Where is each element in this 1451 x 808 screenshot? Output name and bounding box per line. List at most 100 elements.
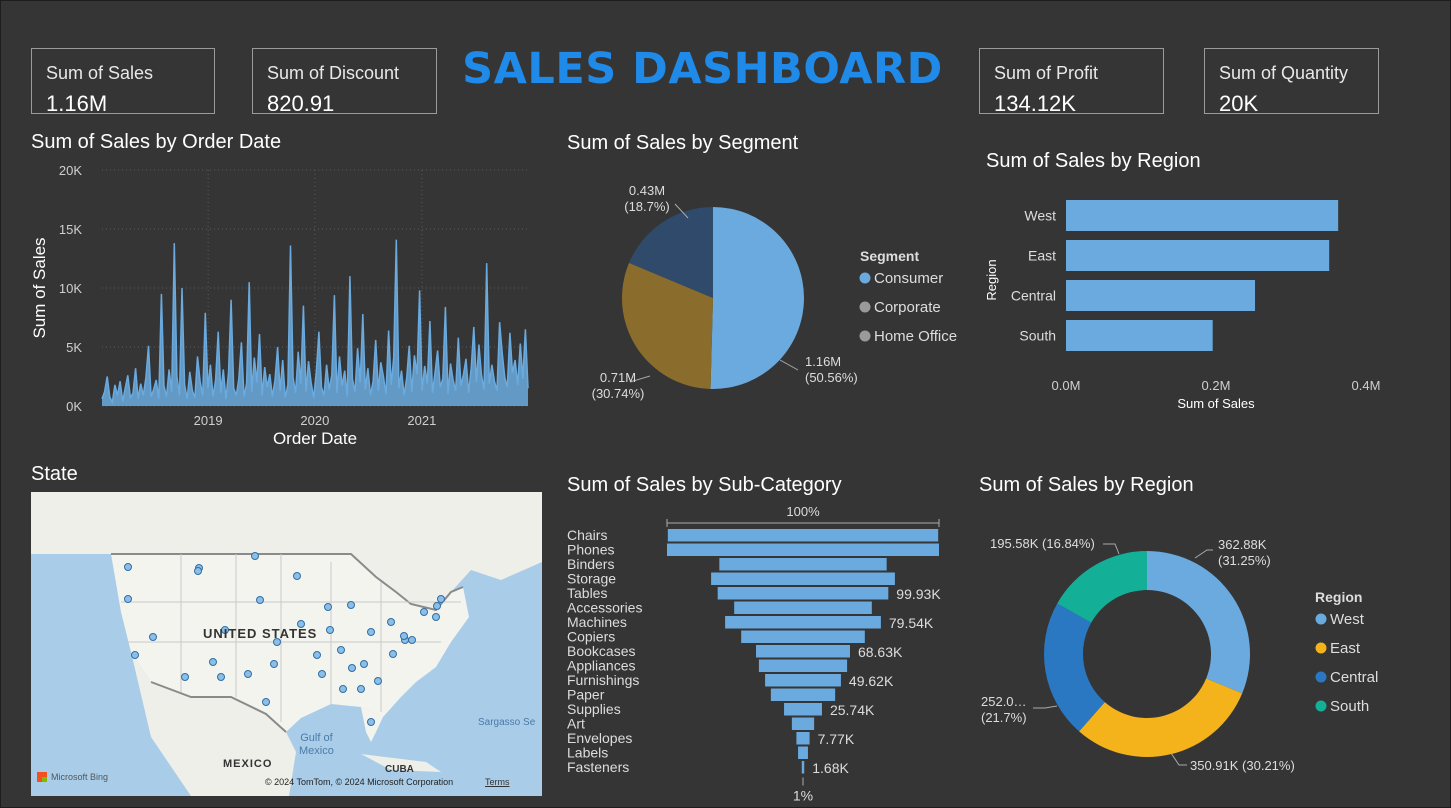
state-map[interactable]: UNITED STATES MEXICO CUBA Gulf of Mexico … (31, 492, 542, 796)
funnel-bar-furnishings (765, 674, 841, 687)
funnel-value-label: 68.63K (858, 644, 903, 660)
map-point (347, 601, 355, 609)
kpi-value: 20K (1219, 91, 1259, 116)
legend-label: Consumer (874, 270, 943, 287)
donut-leader-line (1033, 705, 1058, 709)
map-point (420, 608, 428, 616)
funnel-chart-sales-by-subcategory[interactable]: 100%ChairsPhonesBindersStorageTables 99.9… (560, 498, 960, 803)
y-tick-label: 10K (59, 281, 82, 296)
funnel-top-label: 100% (786, 504, 820, 519)
funnel-value-label: 1.68K (812, 760, 849, 776)
y-tick-label: 20K (59, 163, 82, 178)
donut-data-pct: (21.7%) (981, 710, 1027, 725)
pie-leader-line (779, 359, 799, 371)
map-label-cuba: CUBA (385, 764, 414, 775)
map-point (124, 563, 132, 571)
map-point (367, 628, 375, 636)
map-point (194, 567, 202, 575)
legend-label: Home Office (874, 328, 957, 345)
donut-leader-line (1103, 543, 1120, 555)
legend-label: Corporate (874, 299, 941, 316)
map-point (293, 572, 301, 580)
pie-chart-sales-by-segment[interactable]: 1.16M(50.56%) 0.71M(30.74%) 0.43M(18.7%) Se… (560, 170, 980, 415)
funnel-bar-supplies (784, 703, 822, 716)
x-tick-label: 2019 (194, 413, 223, 428)
pie-data-pct: (18.7%) (624, 199, 670, 214)
line-chart-sales-by-date[interactable]: 0K 5K 10K 15K 20K 2019 2020 2021 Order Date Sum o… (20, 158, 545, 458)
map-point (251, 552, 259, 560)
map-label-mexico: MEXICO (223, 758, 273, 770)
funnel-category-label: Fasteners (567, 759, 629, 775)
map-point (387, 618, 395, 626)
funnel-bar-bookcases (756, 645, 850, 658)
kpi-label: Sum of Sales (46, 63, 154, 83)
kpi-card-sales[interactable]: Sum of Sales 1.16M (31, 48, 215, 116)
y-tick-label: 15K (59, 222, 82, 237)
legend-label: South (1330, 698, 1369, 715)
map-point (149, 633, 157, 641)
funnel-value-label: 49.62K (849, 673, 894, 689)
map-point (400, 632, 408, 640)
chart-title-sales-by-date: Sum of Sales by Order Date (31, 131, 282, 153)
legend-label: East (1330, 640, 1361, 657)
bing-logo: Microsoft Bing (51, 772, 109, 782)
pie-data-label: 0.71M (600, 370, 636, 385)
donut-slice-central (1044, 603, 1105, 732)
y-axis-title: Sum of Sales (30, 237, 49, 338)
funnel-bar-phones (667, 543, 939, 556)
chart-title-region-donut: Sum of Sales by Region (979, 474, 1194, 496)
kpi-card-discount[interactable]: Sum of Discount 820.91 (252, 48, 437, 116)
bar-east (1066, 240, 1330, 271)
donut-data-label: 350.91K (30.21%) (1190, 758, 1295, 773)
bar-category-label: Central (1011, 288, 1056, 304)
map-point (209, 658, 217, 666)
donut-data-label: 362.88K (1218, 537, 1267, 552)
legend-label: Central (1330, 669, 1378, 686)
map-copyright: © 2024 TomTom, © 2024 Microsoft Corporat… (265, 777, 454, 787)
kpi-label: Sum of Discount (267, 63, 400, 83)
bar-west (1066, 200, 1339, 231)
x-tick-label: 2020 (300, 413, 329, 428)
y-axis-title: Region (984, 259, 999, 300)
funnel-bar-machines (725, 616, 881, 629)
pie-slice-consumer (710, 207, 804, 389)
kpi-card-quantity[interactable]: Sum of Quantity 20K (1204, 48, 1379, 116)
chart-title-sales-by-segment: Sum of Sales by Segment (567, 132, 799, 154)
map-point (181, 673, 189, 681)
map-point (433, 602, 441, 610)
funnel-bar-labels (798, 746, 808, 759)
x-axis-title: Order Date (273, 429, 357, 448)
kpi-value: 1.16M (46, 91, 108, 116)
legend-dot (859, 330, 871, 342)
kpi-label: Sum of Profit (994, 63, 1099, 83)
funnel-bar-binders (719, 558, 887, 571)
legend-label: West (1330, 611, 1365, 628)
map-point (339, 685, 347, 693)
bar-category-label: East (1028, 248, 1056, 264)
x-tick-label: 0.4M (1352, 378, 1381, 393)
funnel-bar-appliances (758, 659, 848, 672)
kpi-value: 134.12K (994, 91, 1076, 116)
map-point (360, 660, 368, 668)
kpi-card-profit[interactable]: Sum of Profit 134.12K (979, 48, 1164, 116)
map-point (131, 651, 139, 659)
funnel-bar-art (791, 717, 815, 730)
pie-data-label: 0.43M (629, 183, 665, 198)
bar-chart-sales-by-region[interactable]: West East Central South 0.0M 0.2M 0.4M Sum of S… (980, 190, 1420, 415)
funnel-value-label: 25.74K (830, 702, 875, 718)
funnel-bar-paper (770, 688, 836, 701)
funnel-bar-fasteners (801, 761, 805, 774)
funnel-value-label: 7.77K (818, 731, 855, 747)
pie-data-label: 1.16M (805, 354, 841, 369)
pie-data-pct: (30.74%) (592, 386, 645, 401)
y-tick-label: 0K (66, 399, 82, 414)
funnel-bar-envelopes (796, 732, 810, 745)
funnel-bar-chairs (667, 529, 939, 542)
donut-chart-sales-by-region[interactable]: 362.88K(31.25%) 350.91K (30.21%) 252.0…(21… (975, 520, 1445, 790)
map-point (256, 596, 264, 604)
legend-title: Segment (860, 248, 919, 264)
legend-dot (1315, 671, 1327, 683)
map-point (324, 603, 332, 611)
map-point (326, 626, 334, 634)
map-terms-link[interactable]: Terms (485, 777, 510, 787)
